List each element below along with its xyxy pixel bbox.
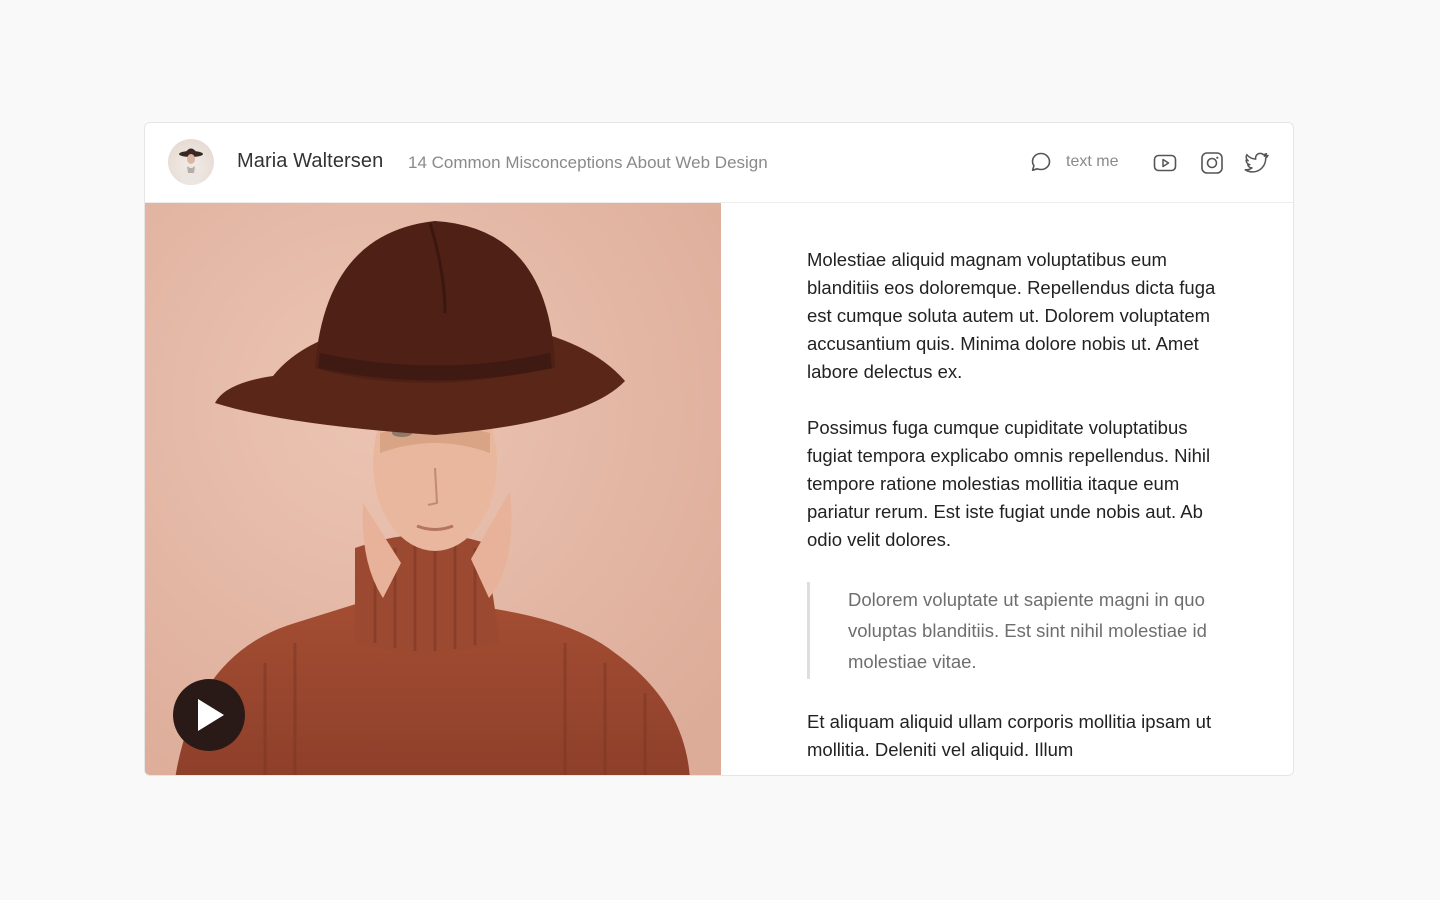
author-name[interactable]: Maria Waltersen <box>237 150 383 173</box>
article-paragraph: Et aliquam aliquid ullam corporis mollit… <box>807 711 1212 760</box>
play-button[interactable] <box>173 679 245 751</box>
featured-photo <box>145 203 721 775</box>
play-icon <box>198 699 224 731</box>
post-title: 14 Common Misconceptions About Web Desig… <box>408 153 768 172</box>
chat-bubble-icon[interactable] <box>1029 150 1053 174</box>
avatar[interactable] <box>168 139 214 185</box>
post-header: Maria Waltersen 14 Common Misconceptions… <box>145 123 1293 203</box>
instagram-icon[interactable] <box>1199 150 1225 176</box>
article-paragraph: Possimus fuga cumque cupiditate voluptat… <box>807 417 1211 550</box>
text-me-link[interactable]: text me <box>1066 153 1118 171</box>
youtube-icon[interactable] <box>1152 150 1178 176</box>
post-card: Maria Waltersen 14 Common Misconceptions… <box>144 122 1294 776</box>
avatar-portrait-icon <box>179 148 203 185</box>
article-body: Molestiae aliquid magnam voluptatibus eu… <box>807 246 1227 775</box>
twitter-icon[interactable] <box>1244 150 1270 176</box>
blockquote: Dolorem voluptate ut sapiente magni in q… <box>807 582 1227 679</box>
article-paragraph: Molestiae aliquid magnam voluptatibus eu… <box>807 249 1216 382</box>
